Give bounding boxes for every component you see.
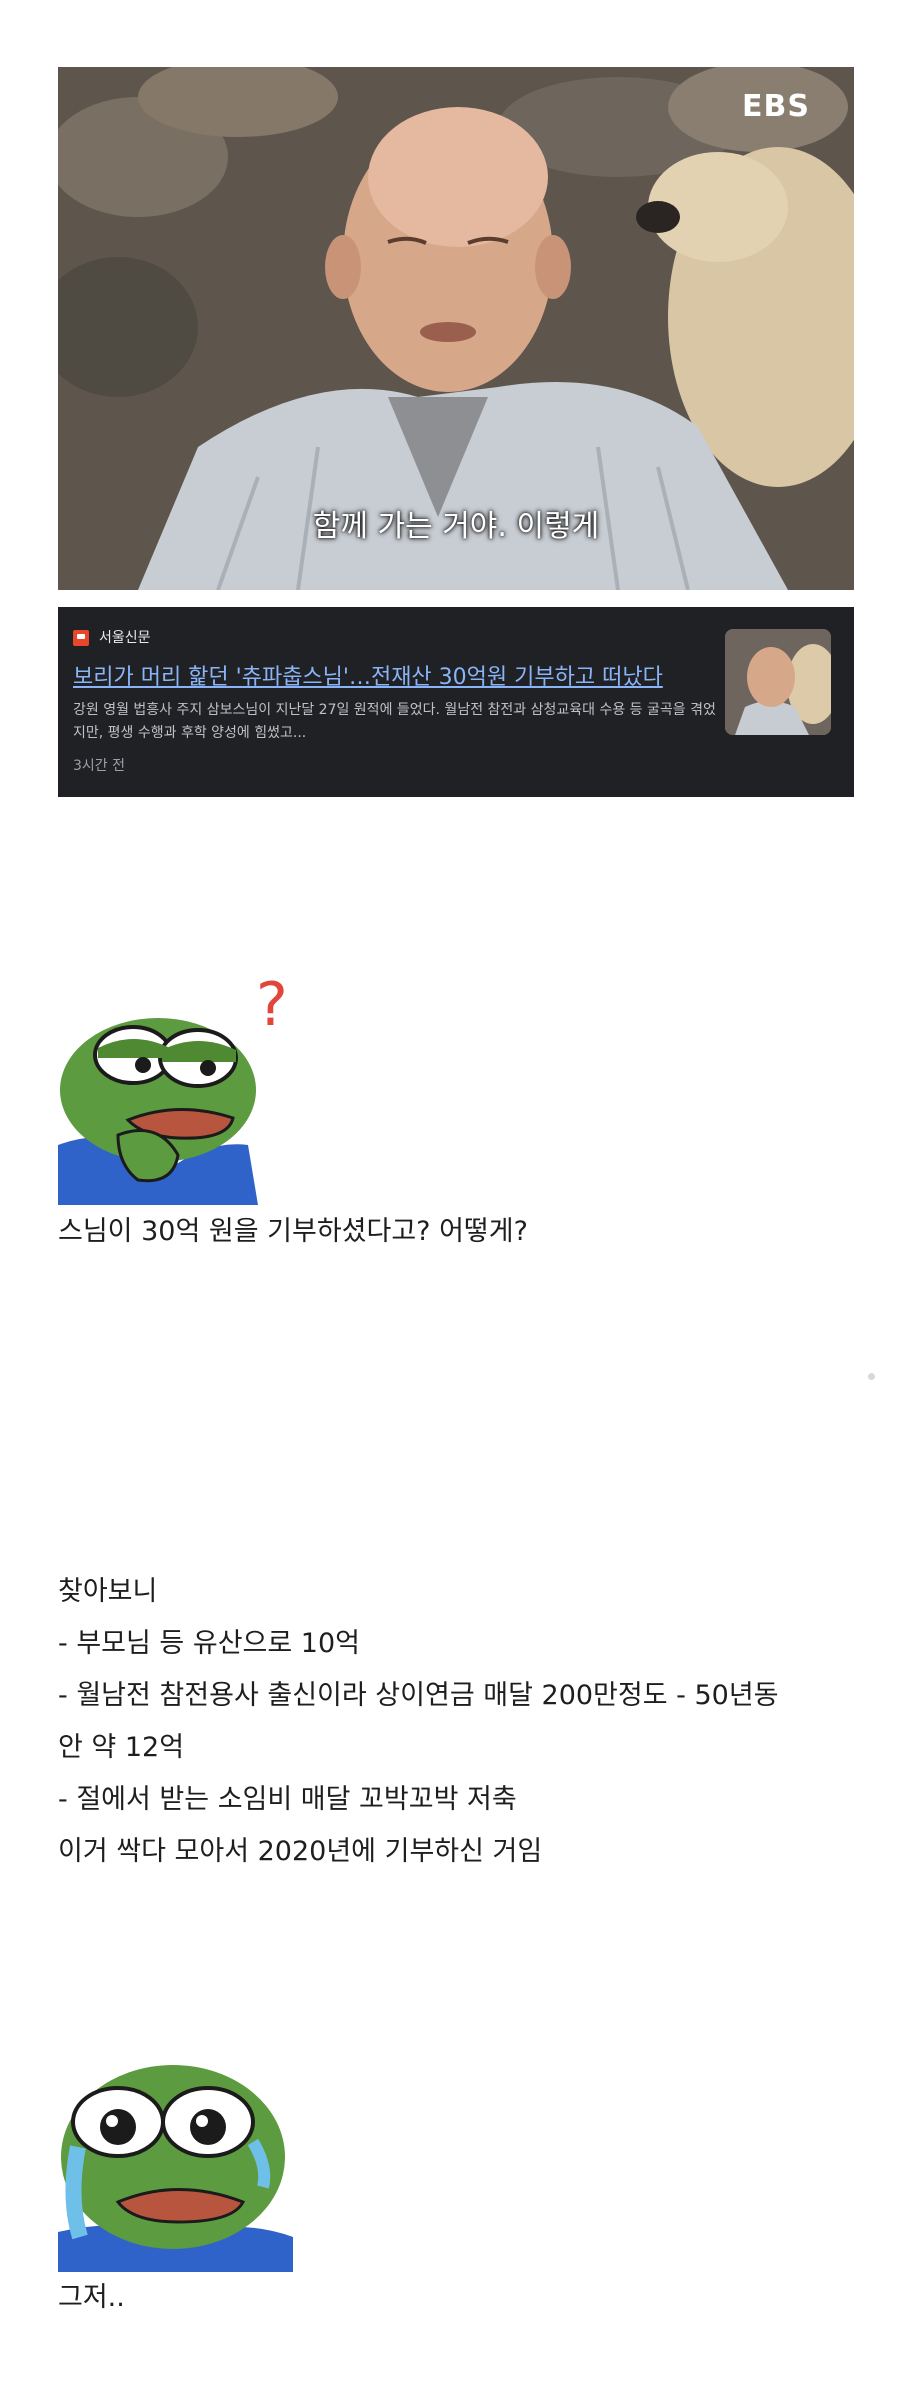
news-source-name: 서울신문 bbox=[99, 630, 151, 646]
post-line-5: - 절에서 받는 소임비 매달 꼬박꼬박 저축 bbox=[58, 1784, 517, 1815]
ebs-logo: EBS bbox=[742, 89, 810, 124]
news-title-link[interactable]: 보리가 머리 핥던 '츄파춥스님'…전재산 30억원 기부하고 떠났다 bbox=[73, 659, 723, 691]
video-still: EBS 함께 가는 거야. 이렇게 bbox=[58, 67, 854, 590]
pepe-thinking-sticker: ? bbox=[58, 970, 288, 1205]
video-subtitle: 함께 가는 거야. 이렇게 bbox=[312, 509, 600, 544]
post-question-text: 스님이 30억 원을 기부하셨다고? 어떻게? bbox=[58, 1216, 528, 1247]
news-result-card[interactable]: 서울신문 보리가 머리 핥던 '츄파춥스님'…전재산 30억원 기부하고 떠났다… bbox=[58, 607, 854, 797]
news-source-icon bbox=[73, 630, 89, 646]
post-line-1: 찾아보니 bbox=[58, 1576, 158, 1607]
post-line-3: - 월남전 참전용사 출신이라 상이연금 매달 200만정도 - 50년동 bbox=[58, 1680, 779, 1711]
post-line-4: 안 약 12억 bbox=[58, 1732, 185, 1763]
pepe-crying-sticker bbox=[58, 2037, 293, 2272]
news-timestamp: 3시간 전 bbox=[73, 758, 125, 774]
post-line-2: - 부모님 등 유산으로 10억 bbox=[58, 1628, 360, 1659]
post-line-6: 이거 싹다 모아서 2020년에 기부하신 거임 bbox=[58, 1836, 543, 1867]
pepe-crying-icon bbox=[58, 2037, 293, 2272]
news-thumbnail[interactable] bbox=[725, 629, 831, 735]
monk-with-dog-thumbnail-icon bbox=[725, 629, 831, 735]
post-end-text: 그저.. bbox=[58, 2282, 125, 2313]
pepe-thinking-icon: ? bbox=[58, 970, 288, 1205]
scroll-indicator bbox=[868, 1373, 875, 1380]
news-snippet: 강원 영월 법흥사 주지 삼보스님이 지난달 27일 원적에 들었다. 월남전 … bbox=[73, 702, 716, 741]
svg-text:?: ? bbox=[256, 970, 288, 1040]
